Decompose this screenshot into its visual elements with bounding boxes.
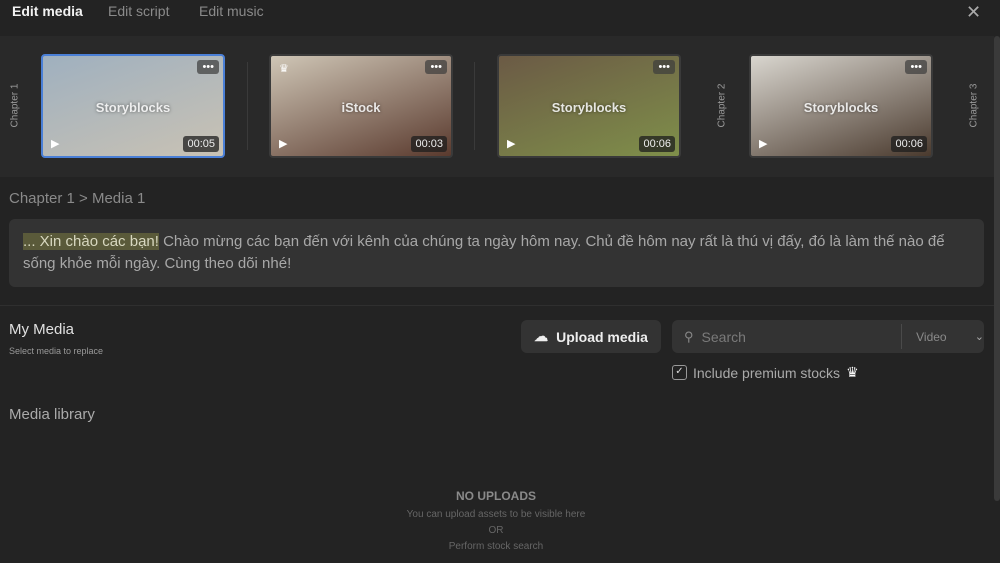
search-icon: ⚲ <box>684 328 694 344</box>
premium-checkbox[interactable]: ✓ Include premium stocks ♛ <box>672 364 859 381</box>
checkbox-checked-icon[interactable]: ✓ <box>672 365 687 380</box>
media-thumbnail[interactable]: ••• Storyblocks ▶ 00:05 <box>41 54 225 158</box>
duration-badge: 00:03 <box>411 136 447 152</box>
search-input[interactable] <box>701 328 898 345</box>
media-type-select[interactable]: Video <box>916 330 975 344</box>
media-thumbnail[interactable]: ♛ ••• iStock ▶ 00:03 <box>269 54 453 158</box>
divider <box>474 62 475 150</box>
chevron-down-icon[interactable]: ⌄ <box>975 330 984 343</box>
chapter-label: Chapter 2 <box>716 83 728 128</box>
chapter-label: Chapter 1 <box>9 83 21 128</box>
divider <box>247 62 248 150</box>
source-label: iStock <box>341 100 381 115</box>
media-thumbnail[interactable]: ••• Storyblocks ▶ 00:06 <box>749 54 933 158</box>
empty-message: You can upload assets to be visible here <box>406 509 586 520</box>
media-thumbnail[interactable]: ••• Storyblocks ▶ 00:06 <box>497 54 681 158</box>
media-library-title: Media library <box>9 406 95 423</box>
upload-label: Upload media <box>556 328 648 345</box>
play-icon[interactable]: ▶ <box>759 137 767 150</box>
search-bar: ⚲ Video ⌄ <box>672 320 984 353</box>
crown-icon: ♛ <box>279 63 289 75</box>
more-options-icon[interactable]: ••• <box>905 60 927 74</box>
divider <box>901 324 903 349</box>
scrollbar[interactable] <box>994 36 1000 501</box>
more-options-icon[interactable]: ••• <box>425 60 447 74</box>
chapter-label: Chapter 3 <box>968 83 980 128</box>
script-text[interactable]: ... Xin chào các bạn! Chào mừng các bạn … <box>9 219 984 287</box>
empty-title: NO UPLOADS <box>455 489 536 503</box>
source-label: Storyblocks <box>95 100 171 115</box>
close-icon[interactable]: ✕ <box>966 2 981 23</box>
script-rest: Chào mừng các bạn đến với kênh của chúng… <box>23 233 945 272</box>
source-label: Storyblocks <box>551 100 627 115</box>
or-label: OR <box>488 525 504 536</box>
my-media-subtitle: Select media to replace <box>9 346 104 356</box>
more-options-icon[interactable]: ••• <box>653 60 675 74</box>
premium-label: Include premium stocks <box>693 364 841 381</box>
breadcrumb: Chapter 1 > Media 1 <box>9 190 146 207</box>
tab-edit-music[interactable]: Edit music <box>199 3 264 19</box>
more-options-icon[interactable]: ••• <box>197 60 219 74</box>
play-icon[interactable]: ▶ <box>279 137 287 150</box>
cloud-upload-icon: ☁ <box>534 328 549 344</box>
upload-media-button[interactable]: ☁ Upload media <box>521 320 661 353</box>
duration-badge: 00:06 <box>639 136 675 152</box>
source-label: Storyblocks <box>803 100 879 115</box>
stock-search-hint[interactable]: Perform stock search <box>296 541 696 552</box>
play-icon[interactable]: ▶ <box>51 137 59 150</box>
duration-badge: 00:05 <box>183 136 219 152</box>
highlighted-sentence: ... Xin chào các bạn! <box>23 233 159 250</box>
tab-edit-script[interactable]: Edit script <box>108 3 169 19</box>
duration-badge: 00:06 <box>891 136 927 152</box>
divider <box>0 305 994 306</box>
my-media-title: My Media <box>9 321 75 338</box>
tab-edit-media[interactable]: Edit media <box>12 3 83 19</box>
crown-icon: ♛ <box>846 364 859 380</box>
play-icon[interactable]: ▶ <box>507 137 515 150</box>
